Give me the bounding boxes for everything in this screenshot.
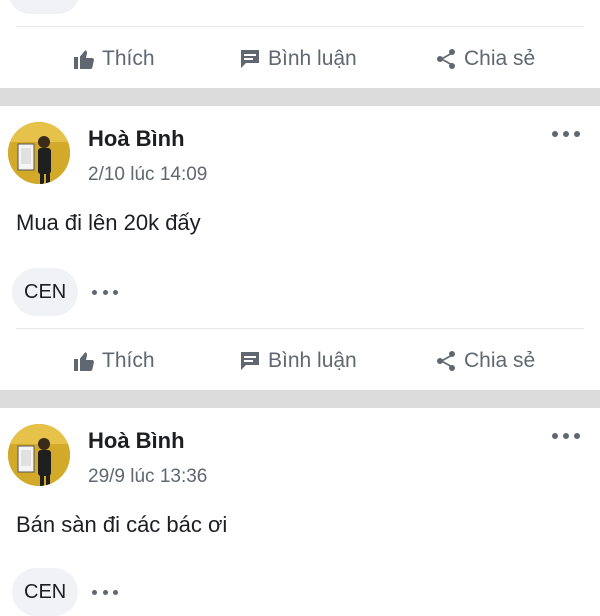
post-card: Hoà Bình 29/9 lúc 13:36 Bán sàn đi các b…	[0, 408, 600, 616]
share-button[interactable]: Chia sẻ	[434, 336, 535, 386]
post-text: Bán sàn đi các bác ơi	[16, 512, 228, 537]
action-bar: Thích Bình luận Chia sẻ	[0, 336, 600, 386]
post-text: Mua đi lên 20k đấy	[16, 210, 201, 235]
comment-icon	[241, 50, 259, 68]
comment-button[interactable]: Bình luận	[238, 336, 357, 386]
divider	[16, 328, 584, 329]
dot	[102, 589, 108, 595]
previous-post-footer: Thích Bình luận Chia sẻ	[0, 0, 600, 88]
dot	[102, 289, 108, 295]
author-name[interactable]: Hoà Bình	[88, 428, 185, 454]
like-label: Thích	[102, 47, 155, 70]
share-button[interactable]: Chia sẻ	[434, 34, 535, 84]
previous-chip-remnant	[8, 0, 80, 14]
share-label: Chia sẻ	[464, 47, 536, 70]
like-button[interactable]: Thích	[72, 34, 155, 84]
dot	[563, 433, 569, 439]
post-card: Hoà Bình 2/10 lúc 14:09 Mua đi lên 20k đ…	[0, 106, 600, 390]
more-dots-icon	[552, 433, 558, 439]
chip-more-button[interactable]	[92, 585, 118, 599]
comment-button[interactable]: Bình luận	[238, 34, 357, 84]
share-label: Chia sẻ	[464, 349, 536, 372]
comment-icon	[241, 352, 259, 370]
post-separator	[0, 390, 600, 408]
thumbs-up-icon	[74, 50, 94, 69]
dot	[563, 131, 569, 137]
more-options-button[interactable]	[552, 426, 580, 446]
like-label: Thích	[102, 349, 155, 372]
avatar[interactable]	[8, 122, 70, 184]
more-options-button[interactable]	[552, 124, 580, 144]
dot	[113, 289, 118, 295]
dot	[113, 589, 118, 595]
avatar-image	[8, 122, 70, 184]
avatar-image	[8, 424, 70, 486]
chip-more-button[interactable]	[92, 285, 118, 299]
action-bar: Thích Bình luận Chia sẻ	[0, 34, 600, 84]
post-timestamp[interactable]: 2/10 lúc 14:09	[88, 164, 207, 186]
stock-tag-chip[interactable]: CEN	[12, 268, 79, 316]
post-separator	[0, 88, 600, 106]
dot	[574, 433, 580, 439]
post-timestamp[interactable]: 29/9 lúc 13:36	[88, 466, 207, 488]
stock-tag-chip[interactable]: CEN	[12, 568, 79, 616]
comment-label: Bình luận	[268, 47, 357, 70]
more-dots-icon	[92, 589, 97, 595]
avatar[interactable]	[8, 424, 70, 486]
more-dots-icon	[552, 131, 558, 137]
dot	[574, 131, 580, 137]
share-icon	[437, 49, 455, 69]
more-dots-icon	[92, 289, 97, 295]
share-icon	[437, 351, 455, 371]
like-button[interactable]: Thích	[72, 336, 155, 386]
comment-label: Bình luận	[268, 349, 357, 372]
thumbs-up-icon	[74, 352, 94, 371]
divider	[16, 26, 584, 27]
author-name[interactable]: Hoà Bình	[88, 126, 185, 152]
